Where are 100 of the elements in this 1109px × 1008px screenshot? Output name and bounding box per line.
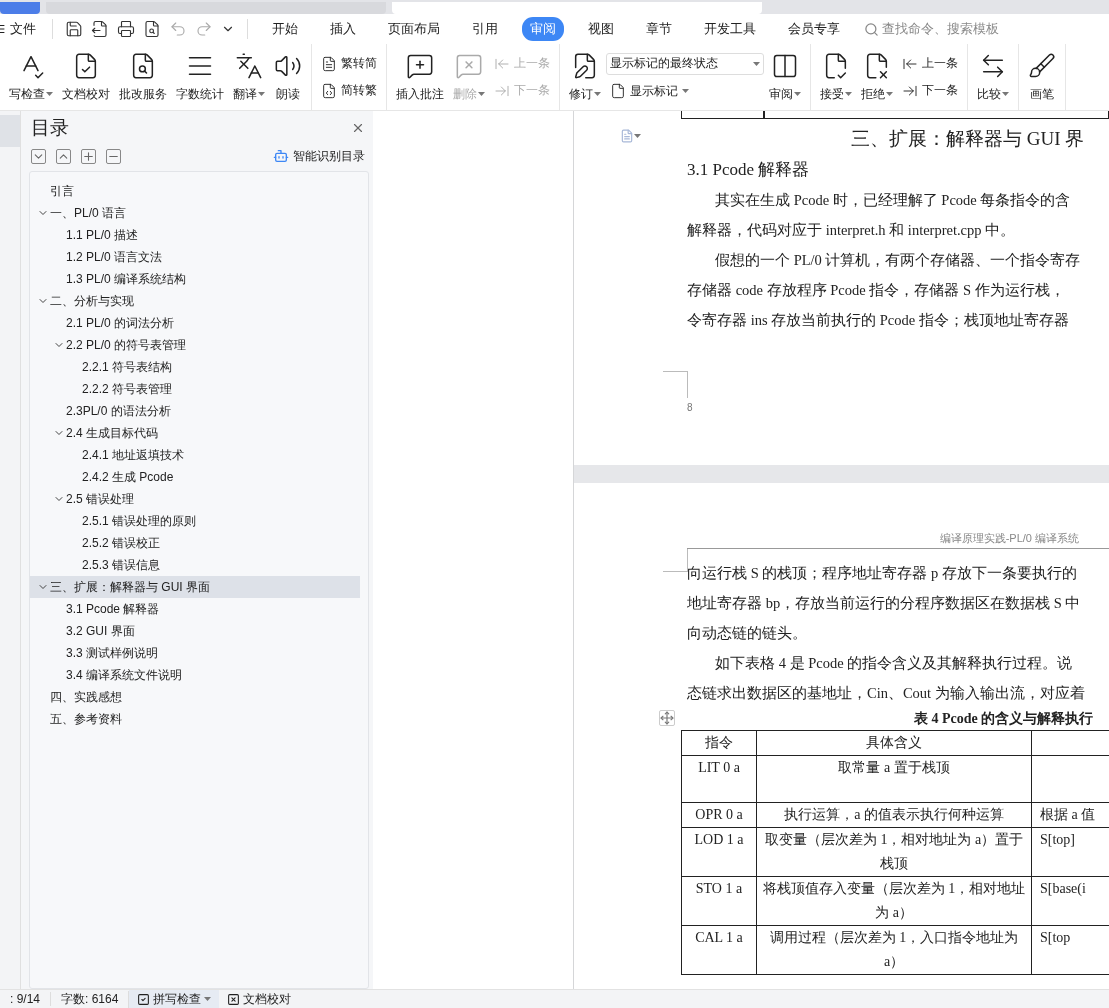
- ribbon-tab[interactable]: 审阅: [522, 17, 564, 41]
- ribbon-button[interactable]: 修订: [565, 47, 605, 107]
- page-number: 8: [687, 402, 694, 413]
- smart-toc-button[interactable]: 智能识别目录: [273, 147, 365, 165]
- ribbon-button[interactable]: 文档校对: [58, 47, 114, 107]
- expand-icon[interactable]: [56, 148, 71, 164]
- print-icon[interactable]: [117, 20, 135, 38]
- minus-icon[interactable]: [106, 148, 121, 164]
- document-icon: [321, 82, 337, 99]
- toc-item[interactable]: 2.2.2 符号表管理: [30, 378, 360, 400]
- search-icon: [864, 21, 879, 37]
- ribbon-button[interactable]: 下一条: [898, 80, 962, 101]
- ribbon-tab[interactable]: 会员专享: [780, 17, 848, 41]
- paragraph-line: 地址寄存器 bp，存放当前运行的分程序数据区在数据栈 S 中: [687, 594, 1082, 613]
- ribbon-button[interactable]: 朗读: [270, 47, 306, 107]
- close-icon[interactable]: [351, 121, 365, 135]
- table-cell: OPR 0 a: [681, 802, 757, 828]
- ribbon-button[interactable]: 接受: [816, 47, 856, 107]
- toc-item[interactable]: 2.1 PL/0 的词法分析: [30, 312, 360, 334]
- table-cell: STO 1 a: [681, 876, 757, 926]
- document-icon: [321, 55, 337, 72]
- caret-icon: [204, 997, 212, 1001]
- plus-icon[interactable]: [81, 148, 96, 164]
- ribbon-tab[interactable]: 插入: [322, 17, 364, 41]
- toc-item[interactable]: 五、参考资料: [30, 708, 360, 730]
- ribbon-button[interactable]: 字数统计: [172, 47, 228, 107]
- margin-corner-mark: [663, 371, 688, 398]
- panel-title: 目录: [31, 116, 69, 140]
- toc-item[interactable]: 一、PL/0 语言: [30, 202, 360, 224]
- ribbon-button[interactable]: 画笔: [1024, 47, 1060, 107]
- ribbon-tab[interactable]: 视图: [580, 17, 622, 41]
- paragraph-line: 态链求出数据区的基地址，Cin、Cout 为输入输出流，对应着: [687, 684, 1086, 703]
- toc-item[interactable]: 3.3 测试样例说明: [30, 642, 360, 664]
- toc-item[interactable]: 2.2.1 符号表结构: [30, 356, 360, 378]
- toc-item[interactable]: 引言: [30, 180, 360, 202]
- ribbon-button[interactable]: 繁转简: [317, 53, 381, 74]
- ribbon-tab[interactable]: 页面布局: [380, 17, 448, 41]
- toc-item[interactable]: 2.4.2 生成 Pcode: [30, 466, 360, 488]
- ribbon-button[interactable]: 拒绝: [857, 47, 897, 107]
- section-heading: 3.1 Pcode 解释器: [687, 159, 811, 181]
- toc-item[interactable]: 二、分析与实现: [30, 290, 360, 312]
- ribbon-tab[interactable]: 章节: [638, 17, 680, 41]
- redo-icon[interactable]: [195, 20, 213, 38]
- table-cell: 将栈顶值存入变量（层次差为 1，相对地址为 a）: [756, 876, 1032, 926]
- export-icon[interactable]: [91, 20, 109, 38]
- file-menu[interactable]: 文件: [0, 20, 44, 38]
- toc-item[interactable]: 2.5.1 错误处理的原则: [30, 510, 360, 532]
- brush-icon: [1028, 51, 1056, 80]
- robot-icon: [273, 148, 289, 164]
- table-cell: 取变量（层次差为 1，相对地址为 a）置于栈顶: [756, 827, 1032, 877]
- toc-item[interactable]: 1.2 PL/0 语言文法: [30, 246, 360, 268]
- move-icon[interactable]: [659, 710, 675, 726]
- ribbon-button[interactable]: 比较: [973, 47, 1013, 107]
- paragraph-line: 存储器 code 存放程序 Pcode 指令，存储器 S 作为运行栈，: [687, 281, 1066, 300]
- ribbon-tab[interactable]: 开始: [264, 17, 306, 41]
- caret-icon: [634, 134, 641, 138]
- toc-item[interactable]: 1.1 PL/0 描述: [30, 224, 360, 246]
- column-header: 具体含义: [756, 730, 1032, 756]
- toc-item[interactable]: 2.2 PL/0 的符号表管理: [30, 334, 360, 356]
- ribbon-button[interactable]: 审阅: [765, 47, 805, 107]
- markup-dropdown[interactable]: 显示标记的最终状态: [606, 52, 764, 75]
- ribbon-button[interactable]: 上一条: [898, 53, 962, 74]
- ribbon-button[interactable]: 翻译: [229, 47, 269, 107]
- document-icon[interactable]: [620, 129, 641, 143]
- table-cell: 执行运算，a 的值表示执行何种运算: [756, 802, 1032, 828]
- table-cell: LIT 0 a: [681, 755, 757, 803]
- toc-item[interactable]: 2.4 生成目标代码: [30, 422, 360, 444]
- ribbon-button[interactable]: 写检查: [5, 47, 57, 107]
- toc-item[interactable]: 3.1 Pcode 解释器: [30, 598, 360, 620]
- checkbox-icon: [137, 992, 151, 1006]
- page-header: 编译原理实践-PL/0 编译系统: [687, 531, 1109, 549]
- toc-item[interactable]: 3.4 编译系统文件说明: [30, 664, 360, 686]
- toc-item[interactable]: 四、实践感想: [30, 686, 360, 708]
- ribbon-button[interactable]: 显示标记: [606, 80, 764, 102]
- caret-icon: [753, 61, 760, 66]
- command-search-field[interactable]: 查找命令、搜索模板: [864, 20, 999, 38]
- translate-icon: [235, 51, 263, 80]
- toc-item[interactable]: 2.4.1 地址返填技术: [30, 444, 360, 466]
- toc-item[interactable]: 2.5.2 错误校正: [30, 532, 360, 554]
- ribbon-button[interactable]: 插入批注: [392, 47, 448, 107]
- toc-item[interactable]: 3.2 GUI 界面: [30, 620, 360, 642]
- toc-item[interactable]: 1.3 PL/0 编译系统结构: [30, 268, 360, 290]
- table-caption: 表 4 Pcode 的含义与解释执行: [687, 708, 1109, 730]
- toc-item[interactable]: 2.3PL/0 的语法分析: [30, 400, 360, 422]
- spell-check-button[interactable]: 拼写检查: [129, 990, 220, 1008]
- ribbon-tab[interactable]: 引用: [464, 17, 506, 41]
- ribbon-button[interactable]: 简转繁: [317, 80, 381, 101]
- undo-icon[interactable]: [169, 20, 187, 38]
- paragraph-line: 假想的一个 PL/0 计算机，有两个存储器、一个指令寄存: [714, 251, 1082, 270]
- paragraph-line: 解释器，代码对应于 interpret.h 和 interpret.cpp 中。: [687, 221, 1017, 240]
- proofread-button[interactable]: 文档校对: [219, 990, 300, 1008]
- preview-icon[interactable]: [143, 20, 161, 38]
- ribbon-tab[interactable]: 开发工具: [696, 17, 764, 41]
- collapse-icon[interactable]: [31, 148, 46, 164]
- toc-item[interactable]: 三、扩展：解释器与 GUI 界面: [30, 576, 360, 598]
- toc-item[interactable]: 2.5.3 错误信息: [30, 554, 360, 576]
- table-cell: CAL 1 a: [681, 925, 757, 975]
- ribbon-button[interactable]: 批改服务: [115, 47, 171, 107]
- save-icon[interactable]: [65, 20, 83, 38]
- toc-item[interactable]: 2.5 错误处理: [30, 488, 360, 510]
